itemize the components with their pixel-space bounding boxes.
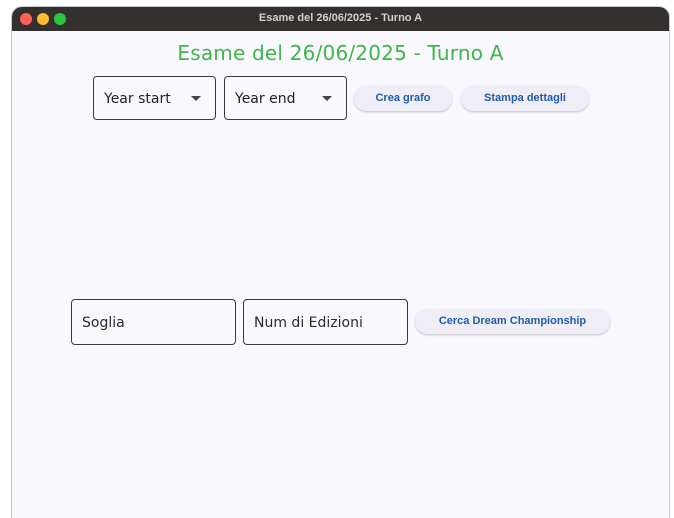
year-start-label: Year start [104,91,171,107]
page-title: Esame del 26/06/2025 - Turno A [177,41,504,65]
num-edizioni-field[interactable]: Num di Edizioni [243,299,408,345]
year-start-dropdown[interactable]: Year start [93,76,216,120]
year-end-dropdown[interactable]: Year end [224,76,347,120]
app-window: Esame del 26/06/2025 - Turno A Esame del… [12,7,669,518]
soglia-field[interactable]: Soglia [71,299,236,345]
crea-grafo-button[interactable]: Crea grafo [354,86,452,111]
year-end-label: Year end [235,91,296,107]
window-title: Esame del 26/06/2025 - Turno A [258,12,423,24]
soglia-label: Soglia [82,315,125,331]
stampa-dettagli-button[interactable]: Stampa dettagli [461,86,589,111]
chevron-down-icon [322,96,332,101]
cerca-dream-championship-button[interactable]: Cerca Dream Championship [415,309,610,334]
chevron-down-icon [191,96,201,101]
title-bar: Esame del 26/06/2025 - Turno A [12,7,669,31]
num-edizioni-label: Num di Edizioni [254,315,363,331]
